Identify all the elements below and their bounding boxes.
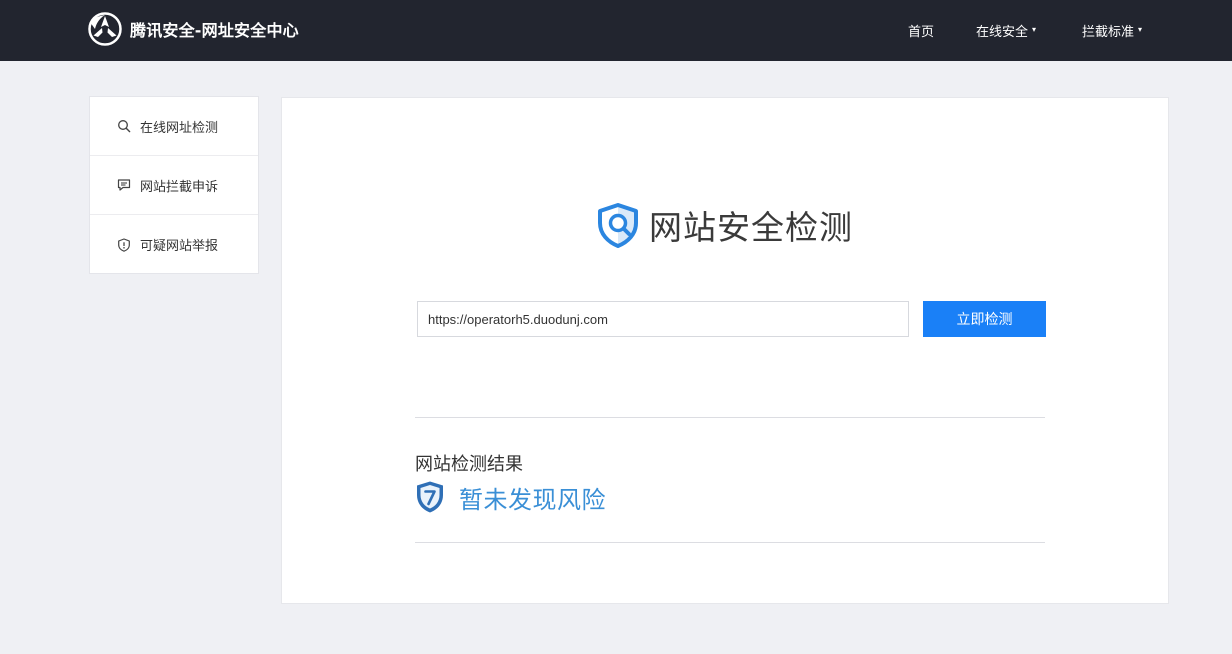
- caret-down-icon: ▾: [1138, 25, 1143, 34]
- sidebar-item-label: 在线网址检测: [140, 120, 219, 136]
- sidebar-item-url-check[interactable]: 在线网址检测: [90, 97, 258, 156]
- nav-online-security-label: 在线安全: [976, 25, 1029, 40]
- main-card: 网站安全检测 立即检测 网站检测结果 暂未发现风险: [281, 97, 1169, 604]
- top-navbar: 腾讯安全-网址安全中心 首页 在线安全 ▾ 拦截标准 ▾: [0, 0, 1232, 61]
- sidebar-item-appeal[interactable]: 网站拦截申诉: [90, 156, 258, 215]
- nav-home[interactable]: 首页: [908, 0, 934, 61]
- result-text: 暂未发现风险: [459, 485, 606, 514]
- nav-block-standard[interactable]: 拦截标准 ▾: [1082, 0, 1142, 61]
- check-now-button[interactable]: 立即检测: [923, 301, 1046, 337]
- result-status: 暂未发现风险: [415, 480, 606, 514]
- brand[interactable]: 腾讯安全-网址安全中心: [88, 12, 299, 46]
- sidebar-item-report[interactable]: 可疑网站举报: [90, 215, 258, 274]
- sidebar-item-label: 可疑网站举报: [140, 239, 219, 254]
- warning-shield-icon: [117, 237, 140, 252]
- shield-search-icon: [596, 202, 640, 248]
- divider: [415, 417, 1045, 418]
- divider: [415, 542, 1045, 543]
- tencent-security-logo-icon: [88, 12, 122, 46]
- page-heading: 网站安全检测: [596, 202, 853, 248]
- question-shield-icon: [415, 480, 445, 514]
- search-icon: [117, 119, 140, 133]
- url-input[interactable]: [417, 301, 909, 337]
- result-heading: 网站检测结果: [415, 454, 523, 475]
- nav-online-security[interactable]: 在线安全 ▾: [976, 0, 1036, 61]
- page-title: 网站安全检测: [649, 208, 853, 247]
- caret-down-icon: ▾: [1032, 25, 1037, 34]
- sidebar-item-label: 网站拦截申诉: [140, 179, 219, 195]
- chat-bubble-icon: [117, 178, 140, 192]
- sidebar: 在线网址检测 网站拦截申诉 可疑网站举报: [89, 96, 259, 274]
- nav-block-standard-label: 拦截标准: [1082, 25, 1135, 40]
- brand-title: 腾讯安全-网址安全中心: [130, 21, 299, 40]
- nav-home-label: 首页: [908, 25, 935, 40]
